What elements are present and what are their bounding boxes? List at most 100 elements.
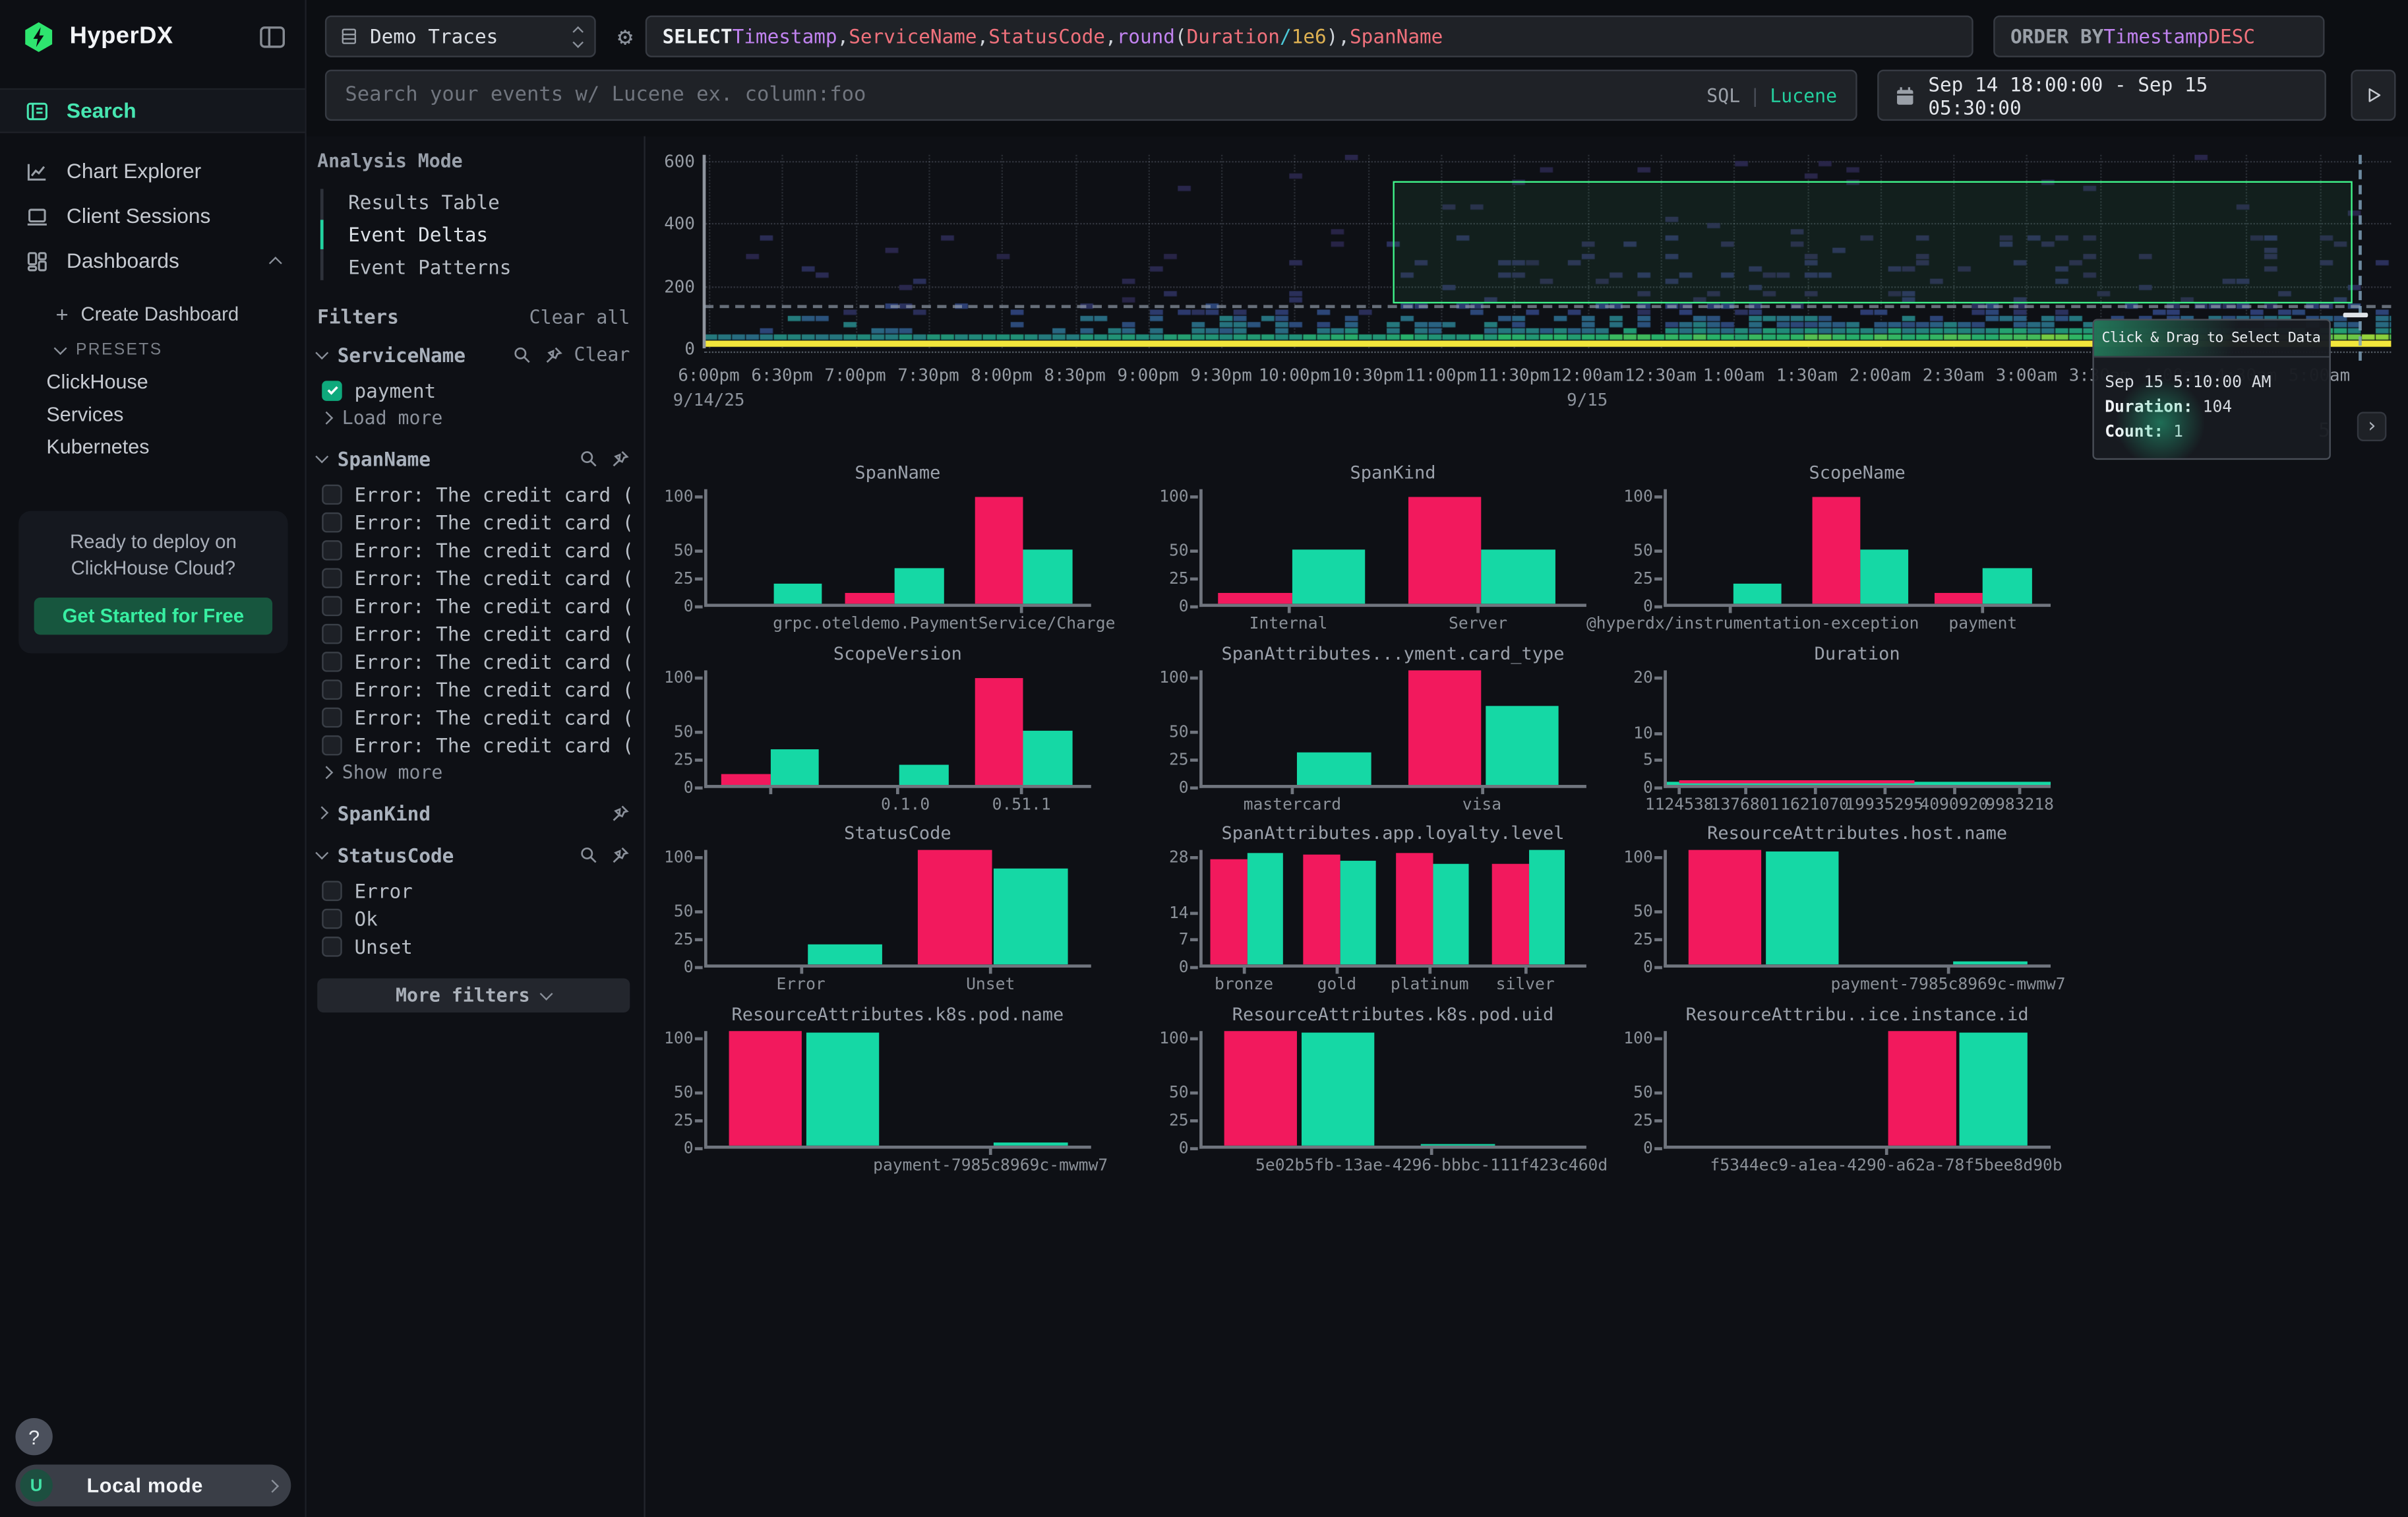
- bar[interactable]: [1023, 730, 1071, 785]
- bar[interactable]: [770, 750, 818, 785]
- sidebar-item-clickhouse[interactable]: ClickHouse: [0, 365, 305, 398]
- bar[interactable]: [1301, 1032, 1374, 1146]
- bar[interactable]: [1292, 549, 1365, 604]
- pin-icon[interactable]: [610, 803, 630, 823]
- checkbox-icon[interactable]: [322, 706, 342, 727]
- bar[interactable]: [1224, 1031, 1297, 1146]
- load-more-button[interactable]: Load more: [317, 404, 630, 432]
- checkbox-icon[interactable]: [322, 540, 342, 560]
- checkbox-icon[interactable]: [322, 908, 342, 929]
- filter-option[interactable]: Error: The credit card (…: [317, 619, 630, 647]
- bar[interactable]: [1766, 851, 1839, 965]
- run-query-button[interactable]: [2351, 70, 2395, 121]
- bar[interactable]: [1528, 850, 1565, 965]
- filter-section-header-servicename[interactable]: ServiceNameClear: [317, 339, 630, 370]
- bar[interactable]: [1688, 850, 1761, 965]
- filter-option[interactable]: Error: The credit card (…: [317, 647, 630, 675]
- filter-option[interactable]: Error: The credit card (…: [317, 536, 630, 563]
- lucene-search-input[interactable]: Search your events w/ Lucene ex. column:…: [325, 70, 1857, 121]
- bar[interactable]: [1211, 859, 1247, 965]
- pin-icon[interactable]: [610, 449, 630, 469]
- filter-option[interactable]: Error: The credit card (…: [317, 508, 630, 536]
- bar[interactable]: [1247, 853, 1283, 964]
- bar[interactable]: [895, 569, 943, 604]
- filter-section-header-spanname[interactable]: SpanName: [317, 443, 630, 474]
- more-filters-button[interactable]: More filters: [317, 978, 630, 1012]
- search-icon[interactable]: [579, 844, 599, 865]
- bar[interactable]: [1298, 752, 1371, 785]
- bar[interactable]: [1408, 670, 1481, 785]
- filter-option[interactable]: Unset: [317, 932, 630, 960]
- analysis-mode-option[interactable]: Results Table: [336, 186, 630, 218]
- bar[interactable]: [1953, 961, 2026, 964]
- bar[interactable]: [845, 593, 893, 604]
- bar[interactable]: [994, 868, 1067, 965]
- settings-gear-icon[interactable]: ⚙: [607, 15, 644, 57]
- local-mode-button[interactable]: U Local mode: [15, 1464, 291, 1506]
- sidebar-item-search[interactable]: Search: [0, 88, 305, 133]
- create-dashboard-button[interactable]: + Create Dashboard: [0, 297, 305, 332]
- bar[interactable]: [1408, 497, 1481, 604]
- pin-icon[interactable]: [543, 344, 564, 365]
- selection-rectangle[interactable]: [1393, 181, 2353, 303]
- filter-option[interactable]: Error: The credit card (…: [317, 675, 630, 702]
- sidebar-item-kubernetes[interactable]: Kubernetes: [0, 431, 305, 463]
- bar[interactable]: [1935, 593, 1983, 604]
- clear-all-button[interactable]: Clear all: [529, 306, 630, 328]
- bar[interactable]: [1481, 549, 1554, 604]
- bar[interactable]: [1492, 865, 1528, 965]
- presets-toggle[interactable]: PRESETS: [0, 334, 305, 365]
- bar[interactable]: [1888, 1031, 1956, 1146]
- checkbox-icon[interactable]: [322, 651, 342, 671]
- sidebar-item-chart-explorer[interactable]: Chart Explorer: [0, 148, 305, 193]
- filter-option[interactable]: Error: The credit card (…: [317, 731, 630, 758]
- bar[interactable]: [975, 678, 1023, 785]
- bar[interactable]: [1304, 855, 1340, 964]
- bar[interactable]: [1433, 865, 1469, 965]
- checkbox-icon[interactable]: [322, 567, 342, 588]
- checkbox-icon[interactable]: [322, 595, 342, 615]
- checkbox-icon[interactable]: [322, 679, 342, 699]
- filter-option[interactable]: Error: [317, 877, 630, 904]
- lucene-toggle[interactable]: Lucene: [1770, 84, 1837, 106]
- bar[interactable]: [975, 497, 1023, 604]
- help-button[interactable]: ?: [15, 1418, 52, 1455]
- sidebar-item-client-sessions[interactable]: Client Sessions: [0, 193, 305, 238]
- analysis-mode-option[interactable]: Event Deltas: [336, 218, 630, 251]
- get-started-button[interactable]: Get Started for Free: [34, 598, 272, 635]
- bar[interactable]: [1983, 569, 2032, 604]
- date-range-picker[interactable]: Sep 14 18:00:00 - Sep 15 05:30:00: [1877, 70, 2326, 121]
- bar[interactable]: [806, 1032, 879, 1146]
- filter-option[interactable]: Error: The credit card (…: [317, 480, 630, 508]
- checkbox-icon[interactable]: [322, 936, 342, 956]
- filter-section-header-statuscode[interactable]: StatusCode: [317, 839, 630, 870]
- filter-option[interactable]: Error: The credit card (…: [317, 592, 630, 619]
- checkbox-icon[interactable]: [322, 380, 342, 400]
- order-by-input[interactable]: ORDER BY Timestamp DESC: [1993, 15, 2324, 57]
- bar[interactable]: [1485, 706, 1558, 785]
- bar[interactable]: [1860, 549, 1908, 604]
- checkbox-icon[interactable]: [322, 880, 342, 900]
- sidebar-item-dashboards[interactable]: Dashboards: [0, 238, 305, 283]
- bar[interactable]: [722, 774, 770, 785]
- clear-filter-button[interactable]: Clear: [574, 344, 630, 365]
- filter-option[interactable]: Ok: [317, 904, 630, 932]
- bar[interactable]: [1218, 593, 1291, 604]
- search-icon[interactable]: [579, 449, 599, 469]
- filter-option[interactable]: Error: The credit card (…: [317, 703, 630, 731]
- filter-section-header-spankind[interactable]: SpanKind: [317, 797, 630, 828]
- search-icon[interactable]: [512, 344, 533, 365]
- bar[interactable]: [1397, 853, 1433, 964]
- filter-option[interactable]: Error: The credit card (…: [317, 563, 630, 591]
- bar[interactable]: [900, 765, 948, 785]
- checkbox-icon[interactable]: [322, 484, 342, 505]
- next-page-button[interactable]: ›: [2357, 412, 2387, 441]
- bar[interactable]: [808, 944, 881, 964]
- checkbox-icon[interactable]: [322, 735, 342, 755]
- show-more-button[interactable]: Show more: [317, 758, 630, 786]
- query-language-toggle[interactable]: SQL | Lucene: [1706, 84, 1837, 106]
- bar[interactable]: [994, 1143, 1067, 1146]
- collapse-sidebar-icon[interactable]: [258, 23, 286, 51]
- bar[interactable]: [918, 850, 991, 965]
- pin-icon[interactable]: [610, 844, 630, 865]
